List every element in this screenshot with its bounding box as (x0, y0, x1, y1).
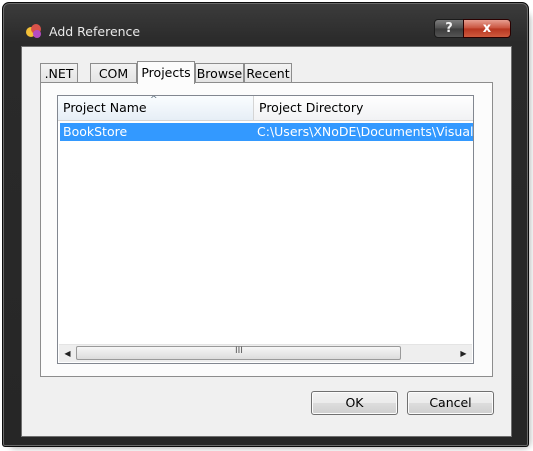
tab-projects[interactable]: Projects (137, 61, 195, 84)
close-icon: x (482, 21, 492, 36)
help-button[interactable]: ? (434, 19, 464, 38)
column-header-project-directory[interactable]: Project Directory (254, 96, 473, 120)
list-header: ^ Project Name Project Directory (58, 96, 473, 121)
scroll-right-icon[interactable]: ▶ (455, 345, 472, 362)
cancel-button[interactable]: Cancel (407, 391, 494, 415)
title-bar[interactable]: Add Reference ? x (3, 3, 528, 39)
add-reference-dialog: Add Reference ? x .NET COM Projects Brow… (2, 2, 529, 447)
scrollbar-thumb[interactable]: III (76, 346, 401, 360)
sort-ascending-icon: ^ (150, 95, 158, 105)
tab-browse[interactable]: Browse (195, 63, 244, 83)
column-header-label: Project Name (63, 100, 147, 115)
grip-icon: III (235, 346, 243, 356)
project-list[interactable]: ^ Project Name Project Directory BookSto… (57, 95, 474, 364)
tab-dotnet[interactable]: .NET (40, 63, 78, 83)
tab-com[interactable]: COM (90, 63, 137, 83)
project-directory-cell: C:\Users\XNoDE\Documents\Visual Studi (257, 124, 474, 139)
visual-studio-icon (25, 23, 43, 39)
tab-recent[interactable]: Recent (244, 63, 292, 83)
window-title: Add Reference (49, 24, 141, 39)
dialog-client-area: .NET COM Projects Browse Recent ^ Projec… (21, 46, 512, 437)
list-item[interactable]: BookStore C:\Users\XNoDE\Documents\Visua… (60, 123, 474, 141)
ok-button[interactable]: OK (311, 391, 398, 415)
horizontal-scrollbar[interactable]: ◀ III ▶ (59, 344, 472, 362)
column-header-project-name[interactable]: ^ Project Name (58, 96, 254, 120)
project-name-cell: BookStore (63, 124, 128, 139)
scroll-left-icon[interactable]: ◀ (59, 345, 76, 362)
projects-tab-panel: ^ Project Name Project Directory BookSto… (40, 82, 493, 377)
column-header-label: Project Directory (259, 100, 364, 115)
close-button[interactable]: x (463, 19, 511, 38)
